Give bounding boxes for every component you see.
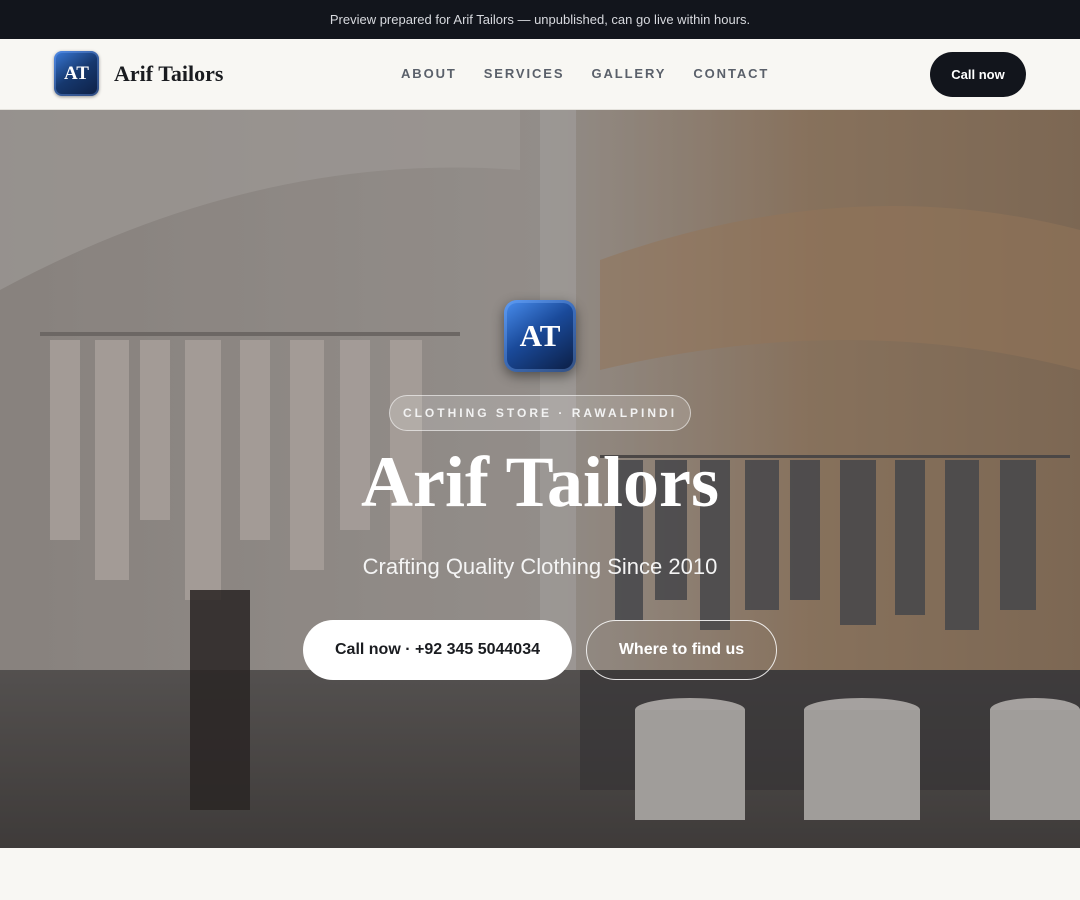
call-phone-button[interactable]: Call now · +92 345 5044034 (303, 620, 572, 680)
nav-link-gallery[interactable]: GALLERY (591, 66, 666, 81)
nav-link-services[interactable]: SERVICES (484, 66, 565, 81)
logo-badge: AT (54, 51, 99, 96)
logo-initials: AT (64, 62, 89, 84)
brand-name: Arif Tailors (114, 60, 224, 86)
preview-banner-text: Preview prepared for Arif Tailors — unpu… (329, 12, 751, 27)
preview-banner: Preview prepared for Arif Tailors — unpu… (0, 0, 1080, 39)
where-to-find-us-button[interactable]: Where to find us (586, 620, 777, 680)
brand-link[interactable]: AT Arif Tailors (54, 51, 223, 96)
hero-subtitle: Crafting Quality Clothing Since 2010 (362, 554, 718, 579)
nav-link-about[interactable]: ABOUT (401, 66, 457, 81)
hero-section: AT CLOTHING STORE · RAWALPINDI Arif Tail… (0, 110, 1080, 848)
nav-link-contact[interactable]: CONTACT (693, 66, 769, 81)
call-now-button[interactable]: Call now (930, 52, 1026, 97)
site-header: AT Arif Tailors ABOUT SERVICES GALLERY C… (0, 39, 1080, 110)
category-location-badge: CLOTHING STORE · RAWALPINDI (389, 395, 691, 431)
hero-logo-badge: AT (504, 300, 576, 372)
main-nav: ABOUT SERVICES GALLERY CONTACT (401, 66, 769, 81)
hero-title: Arif Tailors (360, 442, 720, 522)
hero-logo-initials: AT (519, 318, 561, 353)
